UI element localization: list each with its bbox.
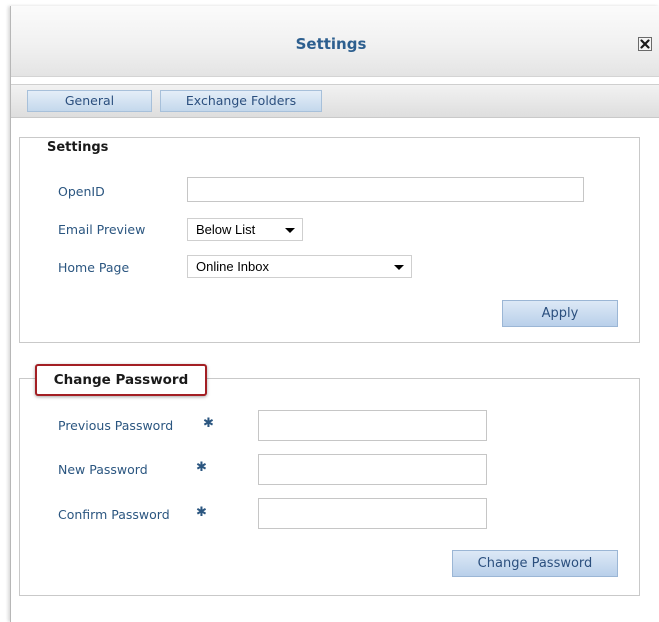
- settings-group-legend: Settings: [41, 140, 115, 155]
- confirm-password-input[interactable]: [258, 498, 487, 529]
- chevron-down-icon: [285, 228, 295, 233]
- required-asterisk-icon: ✱: [196, 460, 207, 475]
- required-asterisk-icon: ✱: [196, 505, 207, 520]
- email-preview-label: Email Preview: [58, 222, 146, 237]
- tab-bar: General Exchange Folders: [11, 84, 659, 118]
- email-preview-select[interactable]: Below List: [187, 218, 303, 241]
- new-password-input[interactable]: [258, 454, 487, 485]
- apply-button[interactable]: Apply: [502, 300, 618, 327]
- previous-password-label: Previous Password: [58, 418, 174, 433]
- required-asterisk-icon: ✱: [203, 416, 214, 431]
- email-preview-value: Below List: [196, 222, 256, 237]
- home-page-label: Home Page: [58, 260, 130, 275]
- confirm-password-label: Confirm Password: [58, 507, 170, 522]
- change-password-button[interactable]: Change Password: [452, 550, 618, 577]
- close-icon[interactable]: [638, 37, 652, 51]
- chevron-down-icon: [394, 265, 404, 270]
- home-page-value: Online Inbox: [196, 259, 269, 274]
- dialog-title: Settings: [295, 35, 367, 53]
- change-password-legend: Change Password: [35, 364, 207, 396]
- openid-input[interactable]: [187, 177, 584, 202]
- home-page-select[interactable]: Online Inbox: [187, 255, 412, 278]
- dialog-titlebar: Settings: [11, 6, 659, 77]
- new-password-label: New Password: [58, 462, 148, 477]
- tab-general[interactable]: General: [27, 90, 152, 112]
- previous-password-input[interactable]: [258, 410, 487, 441]
- openid-label: OpenID: [58, 184, 105, 199]
- tab-exchange-folders[interactable]: Exchange Folders: [160, 90, 322, 112]
